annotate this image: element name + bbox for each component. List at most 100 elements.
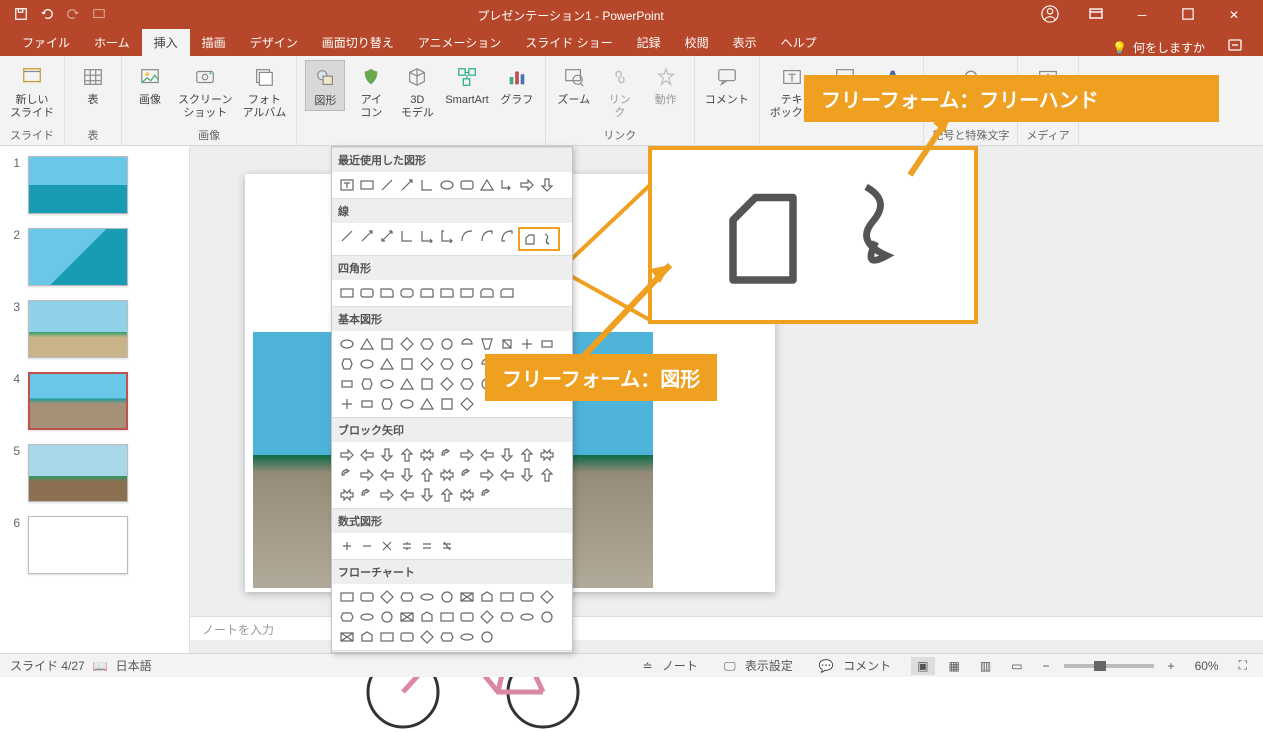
- shape-generic[interactable]: [438, 466, 456, 484]
- shape-generic[interactable]: [498, 466, 516, 484]
- shape-generic[interactable]: [398, 355, 416, 373]
- shape-generic[interactable]: [338, 466, 356, 484]
- shape-generic[interactable]: [338, 608, 356, 626]
- table-button[interactable]: 表: [73, 60, 113, 109]
- shape-generic[interactable]: [418, 628, 436, 646]
- tab-help[interactable]: ヘルプ: [769, 29, 829, 56]
- zoom-in[interactable]: +: [1162, 657, 1181, 675]
- save-icon[interactable]: [14, 7, 28, 24]
- shape-generic[interactable]: [338, 395, 356, 413]
- shape-generic[interactable]: [398, 588, 416, 606]
- shape-generic[interactable]: [418, 355, 436, 373]
- shape-generic[interactable]: [418, 466, 436, 484]
- shape-generic[interactable]: [338, 588, 356, 606]
- shape-generic[interactable]: [518, 588, 536, 606]
- shape-generic[interactable]: [478, 335, 496, 353]
- shape-generic[interactable]: [338, 355, 356, 373]
- zoom-button[interactable]: ズーム: [554, 60, 594, 109]
- shape-down-arrow[interactable]: [538, 176, 556, 194]
- shape-generic[interactable]: [358, 375, 376, 393]
- shape-generic[interactable]: [418, 588, 436, 606]
- shape-generic[interactable]: [498, 335, 516, 353]
- fit-to-window[interactable]: ⛶: [1233, 656, 1253, 675]
- shape-generic[interactable]: [398, 486, 416, 504]
- tab-recording[interactable]: 記録: [625, 29, 673, 56]
- sorter-view-icon[interactable]: ▦: [943, 657, 966, 675]
- shape-elbow-arrow[interactable]: [498, 176, 516, 194]
- shape-generic[interactable]: [358, 486, 376, 504]
- shape-generic[interactable]: [418, 446, 436, 464]
- shape-generic[interactable]: [458, 335, 476, 353]
- shape-generic[interactable]: [458, 588, 476, 606]
- shape-generic[interactable]: [338, 446, 356, 464]
- line-6[interactable]: [438, 227, 456, 245]
- chart-button[interactable]: グラフ: [497, 60, 537, 109]
- slideshow-view-icon[interactable]: ▭: [1005, 657, 1028, 675]
- shape-oval[interactable]: [438, 176, 456, 194]
- shape-generic[interactable]: [418, 395, 436, 413]
- shape-generic[interactable]: [378, 395, 396, 413]
- shape-rect[interactable]: [358, 176, 376, 194]
- line-9[interactable]: [498, 227, 516, 245]
- shape-freeform[interactable]: [521, 230, 539, 248]
- shape-generic[interactable]: [378, 355, 396, 373]
- comment-button[interactable]: コメント: [703, 60, 751, 109]
- icons-button[interactable]: アイ コン: [351, 60, 391, 122]
- shape-generic[interactable]: [418, 335, 436, 353]
- shape-line-arrow[interactable]: [398, 176, 416, 194]
- shape-generic[interactable]: [378, 335, 396, 353]
- shape-generic[interactable]: [458, 628, 476, 646]
- tab-design[interactable]: デザイン: [238, 29, 310, 56]
- shape-generic[interactable]: [438, 375, 456, 393]
- shape-generic[interactable]: [478, 446, 496, 464]
- tab-insert[interactable]: 挿入: [142, 29, 190, 56]
- shape-generic[interactable]: [458, 486, 476, 504]
- tab-animations[interactable]: アニメーション: [406, 29, 514, 56]
- thumbnail-6[interactable]: [28, 516, 128, 574]
- shape-generic[interactable]: [438, 628, 456, 646]
- shape-generic[interactable]: [458, 466, 476, 484]
- line-5[interactable]: [418, 227, 436, 245]
- shape-generic[interactable]: [438, 395, 456, 413]
- reading-view-icon[interactable]: ▥: [974, 657, 997, 675]
- zoom-out[interactable]: −: [1037, 657, 1056, 675]
- thumbnail-4[interactable]: [28, 372, 128, 430]
- line-8[interactable]: [478, 227, 496, 245]
- shape-generic[interactable]: [378, 588, 396, 606]
- thumbnail-3[interactable]: [28, 300, 128, 358]
- shape-generic[interactable]: [498, 608, 516, 626]
- redo-icon[interactable]: [66, 7, 80, 24]
- zoom-level[interactable]: 60%: [1189, 657, 1225, 675]
- shape-generic[interactable]: [458, 446, 476, 464]
- shape-generic[interactable]: [358, 608, 376, 626]
- shape-generic[interactable]: [358, 395, 376, 413]
- spellcheck-icon[interactable]: 📖: [93, 659, 108, 673]
- account-icon[interactable]: [1037, 5, 1063, 26]
- shape-generic[interactable]: [398, 608, 416, 626]
- shape-generic[interactable]: [438, 446, 456, 464]
- tab-draw[interactable]: 描画: [190, 29, 238, 56]
- shape-generic[interactable]: [438, 608, 456, 626]
- zoom-slider[interactable]: [1064, 664, 1154, 668]
- shape-generic[interactable]: [338, 628, 356, 646]
- shape-generic[interactable]: [438, 355, 456, 373]
- photo-album-button[interactable]: フォト アルバム: [240, 60, 288, 122]
- tab-slideshow[interactable]: スライド ショー: [513, 29, 624, 56]
- tab-review[interactable]: 校閲: [673, 29, 721, 56]
- shape-generic[interactable]: [478, 608, 496, 626]
- shape-generic[interactable]: [538, 608, 556, 626]
- new-slide-button[interactable]: 新しい スライド: [8, 60, 56, 122]
- shape-right-arrow[interactable]: [518, 176, 536, 194]
- line-3[interactable]: [378, 227, 396, 245]
- display-settings[interactable]: 🖵 表示設定: [718, 655, 805, 676]
- shape-generic[interactable]: [338, 375, 356, 393]
- action-button[interactable]: 動作: [646, 60, 686, 109]
- shape-scribble[interactable]: [539, 230, 557, 248]
- shape-generic[interactable]: [458, 395, 476, 413]
- shape-generic[interactable]: [378, 608, 396, 626]
- shape-generic[interactable]: [338, 486, 356, 504]
- pictures-button[interactable]: 画像: [130, 60, 170, 109]
- shape-generic[interactable]: [478, 486, 496, 504]
- minimize-button[interactable]: ─: [1129, 8, 1155, 22]
- shape-generic[interactable]: [378, 446, 396, 464]
